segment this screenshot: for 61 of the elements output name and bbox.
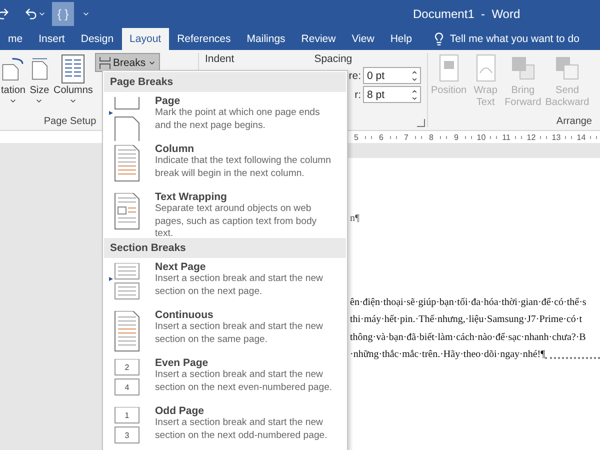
spin-down-icon[interactable] xyxy=(411,94,418,102)
menu-item[interactable]: Column Indicate that the text following the column break will begin in the next column. xyxy=(103,141,347,189)
ruler-number: 6 xyxy=(378,132,384,142)
menu-item[interactable]: 1 3 Odd Page Insert a section break and start the new section on the next odd-numbered page. xyxy=(103,403,347,450)
ruler-number: 11 xyxy=(501,132,512,142)
paragraph-line: thông·và·bạn·đã·biết·làm·cách·nào·để·sạc·nhanh·chưa?·B xyxy=(350,330,586,344)
undo-icon[interactable] xyxy=(24,7,38,21)
menu-item[interactable]: Next Page Insert a section break and start the new section on the next page. xyxy=(103,259,347,307)
field-label: r: xyxy=(354,88,361,100)
ribbon-tab[interactable]: me xyxy=(0,28,31,50)
ribbon-tab[interactable]: Review xyxy=(293,28,344,50)
ruler-number: 14 xyxy=(576,132,587,142)
ruler-number: 12 xyxy=(526,132,537,142)
menu-item[interactable]: 2 4 Even Page Insert a section break and start the new section on the next even-numbered page. xyxy=(103,355,347,403)
caret-icon[interactable] xyxy=(38,10,46,18)
spin-up-icon[interactable] xyxy=(411,68,418,76)
breaks-button[interactable]: Breaks xyxy=(94,53,160,72)
paragraph-line: thi·máy·hết·pin.·Thế·nhưng,·liệu·Samsung·J7·Prime·có·t xyxy=(350,313,582,327)
ribbon-tab[interactable]: Mailings xyxy=(238,28,294,50)
spin-up-icon[interactable] xyxy=(411,88,418,94)
menu-section-heading: Section Breaks xyxy=(104,238,346,258)
menu-section-heading: Page Breaks xyxy=(104,72,346,92)
group-label: Arrange xyxy=(556,116,592,127)
page-break-icon xyxy=(98,56,111,68)
dialog-launcher-icon[interactable] xyxy=(417,119,425,127)
ruler-number: 7 xyxy=(403,132,410,142)
spin-down-icon[interactable] xyxy=(411,76,418,82)
customize-caret-icon[interactable] xyxy=(82,10,90,18)
menu-item[interactable]: Continuous Insert a section break and start the new section on the same page. xyxy=(103,307,347,355)
ruler-number: 13 xyxy=(550,132,562,142)
caret-icon xyxy=(9,97,18,105)
group-label: Page Setup xyxy=(42,116,98,127)
field-label: re: xyxy=(348,70,361,82)
ruler-number: 10 xyxy=(476,132,487,142)
ruler-number: 8 xyxy=(428,132,434,142)
ribbon-button[interactable]: Size xyxy=(27,53,52,116)
paragraph-line: ·những·thắc·mắc·trên.·Hãy·theo·dõi·ngay·nhé!¶ xyxy=(350,348,546,362)
ribbon-tab[interactable]: Insert xyxy=(30,28,73,50)
paragraph-line: ên·điện·thoại·sẽ·giúp·bạn·tối·đa·hóa·thời·gian·để·có·thể·s xyxy=(350,296,586,310)
redo-icon[interactable] xyxy=(0,7,10,21)
page-break-icon xyxy=(109,97,141,141)
ribbon-button[interactable]: tation xyxy=(0,53,26,116)
spacing-field[interactable]: 8 pt xyxy=(363,86,421,103)
caret-icon xyxy=(35,97,44,105)
ribbon-tab[interactable]: Design xyxy=(72,28,122,50)
ruler-number: 5 xyxy=(353,132,360,142)
window-title: Document1 - Word xyxy=(413,7,520,21)
spacing-label: Spacing xyxy=(314,53,352,65)
menu-item[interactable]: Text Wrapping Separate text around objects on web pages, such as caption text from body text. xyxy=(103,189,347,237)
ruler-number: 9 xyxy=(453,132,460,142)
ribbon-tab[interactable]: Help xyxy=(382,28,420,50)
spacing-field[interactable]: 0 pt xyxy=(363,67,421,84)
indent-label: Indent xyxy=(205,53,234,65)
ribbon-button[interactable]: Columns xyxy=(52,53,94,116)
tell-me-field[interactable]: Tell me what you want to do xyxy=(450,33,580,45)
caret-icon xyxy=(69,97,78,105)
heading-text: n¶ xyxy=(350,212,361,226)
ribbon-tab[interactable]: View xyxy=(344,28,382,50)
ribbon-tab[interactable]: Layout xyxy=(122,28,170,50)
menu-item[interactable]: Page Mark the point at which one page ends and the next page begins. xyxy=(103,93,347,141)
ribbon-tab[interactable]: References xyxy=(169,28,239,50)
